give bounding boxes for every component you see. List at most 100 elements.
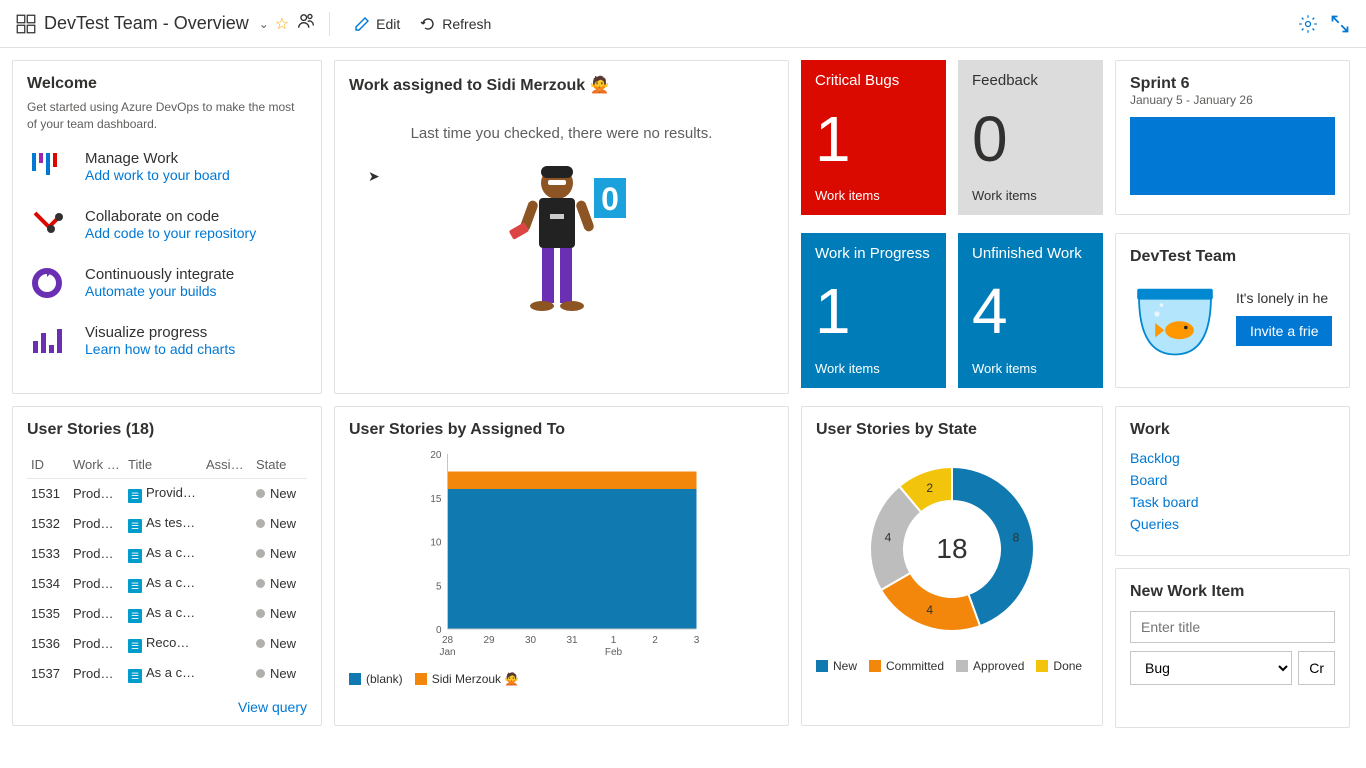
svg-text:15: 15 (430, 493, 442, 504)
team-icon[interactable] (297, 12, 315, 35)
team-widget: DevTest Team It's lonely in he Invite a … (1115, 233, 1350, 388)
team-title: DevTest Team (1130, 248, 1335, 266)
work-link[interactable]: Backlog (1130, 447, 1335, 469)
svg-text:2: 2 (926, 481, 933, 495)
svg-text:28: 28 (442, 635, 454, 646)
legend-item[interactable]: Done (1036, 659, 1082, 673)
favorite-icon[interactable]: ☆ (275, 14, 289, 34)
view-query-link[interactable]: View query (27, 689, 307, 715)
col-header[interactable]: Title (124, 451, 202, 479)
gear-icon[interactable] (1298, 14, 1318, 34)
tile-unfinished-work[interactable]: Unfinished Work 4 Work items (958, 233, 1103, 388)
tile-title: Work in Progress (815, 245, 932, 262)
tile-work-in-progress[interactable]: Work in Progress 1 Work items (801, 233, 946, 388)
table-row[interactable]: 1535Produ…☰As a customer, I would li…New (27, 599, 307, 629)
sprint-widget[interactable]: Sprint 6 January 5 - January 26 (1115, 60, 1350, 215)
col-header[interactable]: Assig… (202, 451, 252, 479)
refresh-button[interactable]: Refresh (410, 10, 501, 38)
table-row[interactable]: 1536Produ…☰Recommended products…New (27, 629, 307, 659)
area-legend: (blank) Sidi Merzouk 🙅 (349, 672, 774, 686)
tile-footer: Work items (815, 188, 932, 203)
legend-item[interactable]: Committed (869, 659, 944, 673)
fullscreen-icon[interactable] (1330, 14, 1350, 34)
table-row[interactable]: 1534Produ…☰As a customer, I should …New (27, 569, 307, 599)
svg-text:4: 4 (885, 530, 892, 544)
table-row[interactable]: 1532Produ…☰As tester, I need to test t…N… (27, 509, 307, 539)
refresh-label: Refresh (442, 16, 491, 32)
svg-text:5: 5 (436, 581, 442, 592)
cycle-icon (29, 265, 65, 301)
fishbowl-icon (1130, 276, 1220, 361)
col-header[interactable]: State (252, 451, 307, 479)
edit-button[interactable]: Edit (344, 10, 410, 38)
tile-critical-bugs[interactable]: Critical Bugs 1 Work items (801, 60, 946, 215)
welcome-widget: Welcome Get started using Azure DevOps t… (12, 60, 322, 394)
welcome-heading: Continuously integrate (85, 266, 307, 283)
col-header[interactable]: Work … (69, 451, 124, 479)
chevron-down-icon: ⌄ (259, 17, 269, 31)
tile-count: 1 (815, 107, 932, 171)
empty-state-illustration: 0 (492, 158, 632, 328)
tile-footer: Work items (815, 361, 932, 376)
chart-title: User Stories by Assigned To (349, 421, 774, 439)
svg-text:3: 3 (694, 635, 700, 646)
chart-title: User Stories by State (816, 421, 1088, 439)
svg-text:30: 30 (525, 635, 537, 646)
welcome-heading: Collaborate on code (85, 208, 307, 225)
user-stories-widget: User Stories (18) IDWork …TitleAssig…Sta… (12, 406, 322, 726)
assigned-work-widget: Work assigned to Sidi Merzouk 🙅 Last tim… (334, 60, 789, 394)
assigned-empty-message: Last time you checked, there were no res… (411, 125, 713, 142)
dashboard-title: DevTest Team - Overview (44, 13, 249, 34)
new-wi-title-input[interactable] (1130, 611, 1335, 643)
welcome-row-collaborate: Collaborate on codeAdd code to your repo… (27, 205, 307, 245)
area-chart: 0510152028293031123JanFeb (349, 449, 774, 659)
tile-title: Critical Bugs (815, 72, 932, 89)
table-row[interactable]: 1537Produ…☰As a customer, I would li…New (27, 659, 307, 689)
stories-title: User Stories (18) (27, 421, 307, 439)
welcome-title: Welcome (27, 75, 307, 93)
tile-title: Feedback (972, 72, 1089, 89)
chart-state-widget: User Stories by State 8442 18 NewCommitt… (801, 406, 1103, 726)
new-wi-type-select[interactable]: Bug (1130, 651, 1292, 685)
work-link[interactable]: Board (1130, 469, 1335, 491)
welcome-row-integrate: Continuously integrateAutomate your buil… (27, 263, 307, 303)
pencil-icon (354, 16, 370, 32)
add-code-link[interactable]: Add code to your repository (85, 225, 307, 241)
welcome-row-visualize: Visualize progressLearn how to add chart… (27, 321, 307, 361)
work-link[interactable]: Queries (1130, 513, 1335, 535)
welcome-heading: Visualize progress (85, 324, 307, 341)
tile-feedback[interactable]: Feedback 0 Work items (958, 60, 1103, 215)
create-button[interactable]: Cr (1298, 651, 1335, 685)
assigned-title: Work assigned to Sidi Merzouk 🙅 (349, 75, 610, 95)
table-row[interactable]: 1531Produ…☰Provide related items or …New (27, 478, 307, 509)
dashboard-switcher[interactable]: DevTest Team - Overview ⌄ (16, 13, 269, 34)
toolbar: DevTest Team - Overview ⌄ ☆ Edit Refresh (0, 0, 1366, 48)
svg-text:1: 1 (611, 635, 617, 646)
automate-builds-link[interactable]: Automate your builds (85, 283, 307, 299)
toolbar-divider (329, 12, 330, 36)
table-row[interactable]: 1533Produ…☰As a customer, I should …New (27, 539, 307, 569)
svg-text:31: 31 (566, 635, 578, 646)
add-work-link[interactable]: Add work to your board (85, 167, 307, 183)
tile-footer: Work items (972, 188, 1089, 203)
welcome-row-manage-work: Manage WorkAdd work to your board (27, 147, 307, 187)
work-link[interactable]: Task board (1130, 491, 1335, 513)
chart-assigned-to-widget: User Stories by Assigned To 051015202829… (334, 406, 789, 726)
donut-total: 18 (936, 533, 967, 565)
legend-item[interactable]: New (816, 659, 857, 673)
legend-item[interactable]: (blank) (349, 672, 403, 686)
svg-text:0: 0 (601, 181, 619, 217)
col-header[interactable]: ID (27, 451, 69, 479)
sprint-dates: January 5 - January 26 (1130, 93, 1335, 107)
add-charts-link[interactable]: Learn how to add charts (85, 341, 307, 357)
svg-text:29: 29 (483, 635, 495, 646)
svg-text:4: 4 (926, 603, 933, 617)
new-wi-title: New Work Item (1130, 583, 1335, 601)
legend-item[interactable]: Approved (956, 659, 1024, 673)
team-lonely-text: It's lonely in he (1236, 290, 1332, 306)
legend-item[interactable]: Sidi Merzouk 🙅 (415, 672, 520, 686)
chart-icon (29, 323, 65, 359)
dashboard-icon (16, 14, 36, 34)
sprint-burndown-bar (1130, 117, 1335, 195)
invite-friend-button[interactable]: Invite a frie (1236, 316, 1332, 346)
